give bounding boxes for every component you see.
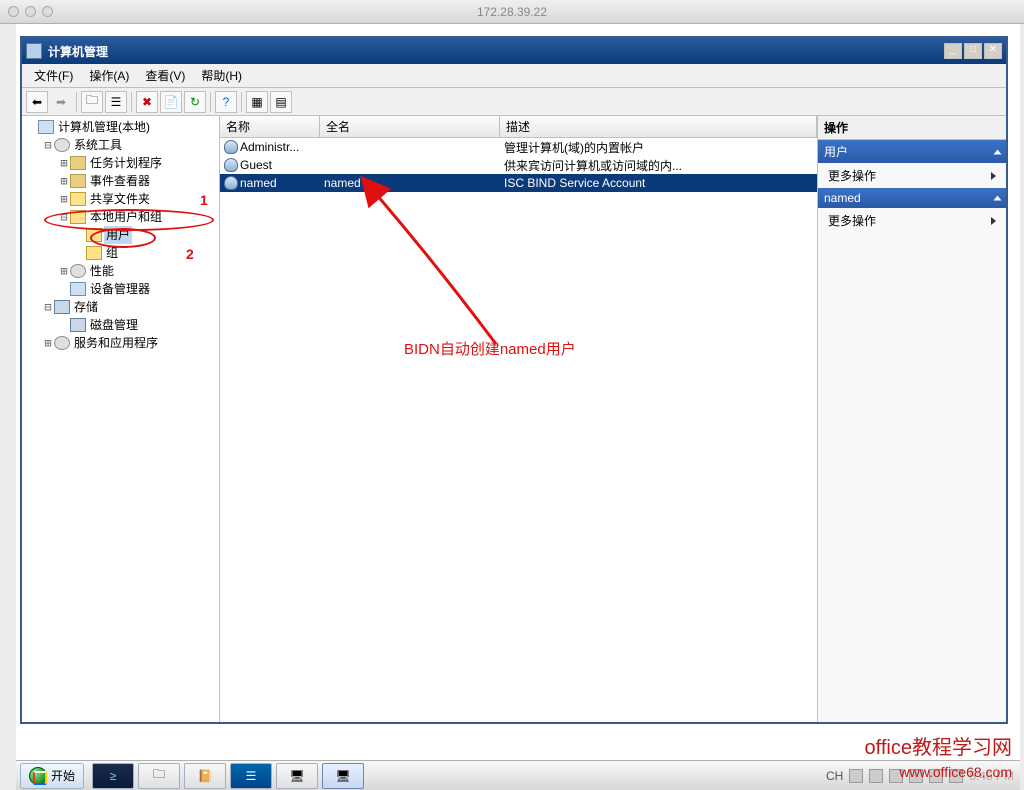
tray-icon[interactable] — [889, 769, 903, 783]
menu-action[interactable]: 操作(A) — [81, 64, 137, 87]
menu-view[interactable]: 查看(V) — [137, 64, 193, 87]
delete-button[interactable]: ✖ — [136, 91, 158, 113]
view-button-1[interactable]: ▦ — [246, 91, 268, 113]
menubar: 文件(F) 操作(A) 查看(V) 帮助(H) — [22, 64, 1006, 88]
tree-services-apps[interactable]: ⊞服务和应用程序 — [24, 334, 217, 352]
actions-more-users[interactable]: 更多操作 — [818, 163, 1006, 188]
menu-help[interactable]: 帮助(H) — [193, 64, 250, 87]
nav-back-button[interactable]: ⬅ — [26, 91, 48, 113]
users-groups-icon — [70, 210, 86, 224]
nav-forward-button: ➡ — [50, 91, 72, 113]
list-header: 名称 全名 描述 — [220, 116, 817, 138]
maximize-button[interactable]: □ — [964, 43, 982, 59]
mac-titlebar: 172.28.39.22 — [0, 0, 1024, 24]
start-button[interactable]: 开始 — [20, 763, 84, 789]
separator — [76, 92, 77, 112]
folder-icon — [86, 228, 102, 242]
tree-task-scheduler[interactable]: ⊞任务计划程序 — [24, 154, 217, 172]
taskbar-compmgmt[interactable]: 🖥 — [322, 763, 364, 789]
event-icon — [70, 174, 86, 188]
refresh-button[interactable]: ↻ — [184, 91, 206, 113]
tree-local-users-groups[interactable]: ⊟本地用户和组 — [24, 208, 217, 226]
clock[interactable]: 5:46 PM — [969, 769, 1014, 783]
tray-icon[interactable] — [849, 769, 863, 783]
tree-performance[interactable]: ⊞性能 — [24, 262, 217, 280]
storage-icon — [54, 300, 70, 314]
options-button[interactable]: ☰ — [105, 91, 127, 113]
tree-pane[interactable]: 计算机管理(本地) ⊟系统工具 ⊞任务计划程序 ⊞事件查看器 ⊞共享文件夹 ⊟本… — [22, 116, 220, 722]
user-icon — [224, 158, 238, 172]
mac-window-title: 172.28.39.22 — [0, 5, 1024, 19]
taskbar-explorer[interactable]: 🗀 — [138, 763, 180, 789]
tree-device-manager[interactable]: 设备管理器 — [24, 280, 217, 298]
toolbar: ⬅ ➡ 🗀 ☰ ✖ 📄 ↻ ? ▦ ▤ — [22, 88, 1006, 116]
taskbar-app-2[interactable]: ☰ — [230, 763, 272, 789]
windows-orb-icon — [29, 767, 47, 785]
tree-users[interactable]: 用户 — [24, 226, 217, 244]
chevron-right-icon — [991, 172, 996, 180]
separator — [241, 92, 242, 112]
disk-icon — [70, 318, 86, 332]
actions-section-named[interactable]: named — [818, 188, 1006, 208]
scheduler-icon — [70, 156, 86, 170]
mmc-icon — [26, 43, 42, 59]
actions-title: 操作 — [818, 116, 1006, 140]
system-tray[interactable]: CH 5:46 PM — [820, 769, 1020, 783]
list-row[interactable]: Administr... 管理计算机(域)的内置帐户 — [220, 138, 817, 156]
actions-more-named[interactable]: 更多操作 — [818, 208, 1006, 233]
computer-icon — [38, 120, 54, 134]
list-row-selected[interactable]: named named ISC BIND Service Account — [220, 174, 817, 192]
chevron-up-icon — [994, 149, 1002, 154]
col-fullname[interactable]: 全名 — [320, 116, 500, 137]
services-icon — [54, 336, 70, 350]
close-button[interactable]: ✕ — [984, 43, 1002, 59]
chevron-up-icon — [994, 196, 1002, 201]
folder-icon — [86, 246, 102, 260]
minimize-button[interactable]: _ — [944, 43, 962, 59]
mmc-title: 计算机管理 — [48, 43, 942, 60]
taskbar[interactable]: 开始 ≥ 🗀 📔 ☰ 🖥 🖥 CH 5:46 PM — [16, 760, 1020, 790]
taskbar-app-3[interactable]: 🖥 — [276, 763, 318, 789]
tray-icon[interactable] — [909, 769, 923, 783]
mmc-window: 计算机管理 _ □ ✕ 文件(F) 操作(A) 查看(V) 帮助(H) ⬅ ➡ … — [20, 36, 1008, 724]
share-icon — [70, 192, 86, 206]
tree-groups[interactable]: 组 — [24, 244, 217, 262]
user-icon — [224, 140, 238, 154]
tray-icon[interactable] — [929, 769, 943, 783]
device-icon — [70, 282, 86, 296]
help-button[interactable]: ? — [215, 91, 237, 113]
tree-disk-mgmt[interactable]: 磁盘管理 — [24, 316, 217, 334]
actions-pane: 操作 用户 更多操作 named 更多操作 — [818, 116, 1006, 722]
list-pane[interactable]: 名称 全名 描述 Administr... 管理计算机(域)的内置帐户 Gues… — [220, 116, 818, 722]
col-name[interactable]: 名称 — [220, 116, 320, 137]
tree-event-viewer[interactable]: ⊞事件查看器 — [24, 172, 217, 190]
properties-button[interactable]: 📄 — [160, 91, 182, 113]
separator — [131, 92, 132, 112]
menu-file[interactable]: 文件(F) — [26, 64, 81, 87]
tree-root[interactable]: 计算机管理(本地) — [24, 118, 217, 136]
perf-icon — [70, 264, 86, 278]
tree-storage[interactable]: ⊟存储 — [24, 298, 217, 316]
lang-indicator[interactable]: CH — [826, 769, 843, 783]
tray-icon[interactable] — [869, 769, 883, 783]
tree-system-tools[interactable]: ⊟系统工具 — [24, 136, 217, 154]
up-button[interactable]: 🗀 — [81, 91, 103, 113]
chevron-right-icon — [991, 217, 996, 225]
list-row[interactable]: Guest 供来宾访问计算机或访问域的内... — [220, 156, 817, 174]
mmc-titlebar[interactable]: 计算机管理 _ □ ✕ — [22, 38, 1006, 64]
list-rows: Administr... 管理计算机(域)的内置帐户 Guest 供来宾访问计算… — [220, 138, 817, 722]
taskbar-powershell[interactable]: ≥ — [92, 763, 134, 789]
tools-icon — [54, 138, 70, 152]
actions-section-users[interactable]: 用户 — [818, 140, 1006, 163]
col-desc[interactable]: 描述 — [500, 116, 817, 137]
separator — [210, 92, 211, 112]
taskbar-app-1[interactable]: 📔 — [184, 763, 226, 789]
user-icon — [224, 176, 238, 190]
tray-icon[interactable] — [949, 769, 963, 783]
tree-shared-folders[interactable]: ⊞共享文件夹 — [24, 190, 217, 208]
start-label: 开始 — [51, 767, 75, 784]
view-button-2[interactable]: ▤ — [270, 91, 292, 113]
